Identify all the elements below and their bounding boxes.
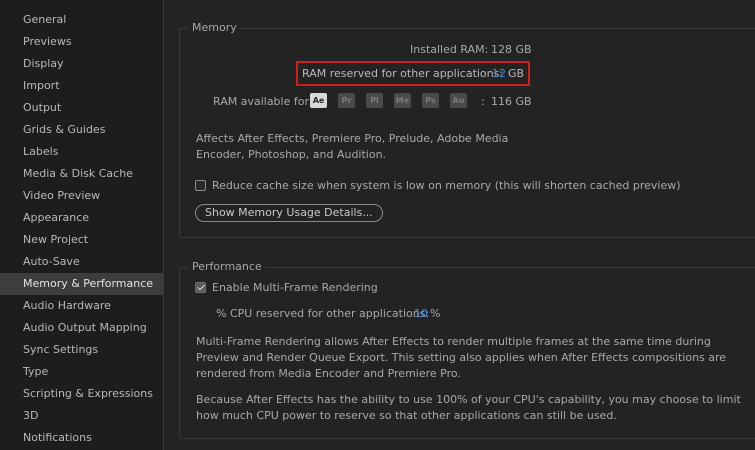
- cpu-limit-description: Because After Effects has the ability to…: [196, 393, 741, 422]
- sidebar-item-scripting-expressions[interactable]: Scripting & Expressions: [0, 383, 163, 405]
- app-audition-icon: Au: [450, 93, 467, 108]
- sidebar-item-labels[interactable]: Labels: [0, 141, 163, 163]
- reserved-ram-unit: GB: [508, 67, 525, 80]
- sidebar-item-new-project[interactable]: New Project: [0, 229, 163, 251]
- mfr-description: Multi-Frame Rendering allows After Effec…: [196, 335, 727, 380]
- sidebar-item-import[interactable]: Import: [0, 75, 163, 97]
- sidebar-item-previews[interactable]: Previews: [0, 31, 163, 53]
- cpu-reserved-label: % CPU reserved for other applications:: [216, 307, 430, 320]
- sidebar-item-audio-hardware[interactable]: Audio Hardware: [0, 295, 163, 317]
- performance-group-title: Performance: [189, 260, 265, 274]
- installed-ram-label: Installed RAM:: [410, 43, 489, 56]
- reduce-cache-label: Reduce cache size when system is low on …: [212, 179, 681, 192]
- affects-note: Affects After Effects, Premiere Pro, Pre…: [196, 132, 509, 161]
- sidebar-item-notifications[interactable]: Notifications: [0, 427, 163, 449]
- reserved-ram-value[interactable]: 12: [492, 67, 506, 80]
- sidebar-item-output[interactable]: Output: [0, 97, 163, 119]
- sidebar-item-audio-output-mapping[interactable]: Audio Output Mapping: [0, 317, 163, 339]
- ram-available-separator: :: [481, 95, 485, 108]
- app-premiere-pro-icon: Pr: [338, 93, 355, 108]
- sidebar-item-media-disk-cache[interactable]: Media & Disk Cache: [0, 163, 163, 185]
- sidebar-item-3d[interactable]: 3D: [0, 405, 163, 427]
- sidebar-item-video-preview[interactable]: Video Preview: [0, 185, 163, 207]
- memory-group-title: Memory: [189, 21, 240, 35]
- multi-frame-rendering-checkbox[interactable]: [195, 282, 206, 293]
- multi-frame-rendering-label: Enable Multi-Frame Rendering: [212, 281, 378, 294]
- reduce-cache-checkbox[interactable]: [195, 180, 206, 191]
- preferences-sidebar: General Previews Display Import Output G…: [0, 0, 164, 450]
- installed-ram-value: 128 GB: [491, 43, 532, 56]
- sidebar-item-type[interactable]: Type: [0, 361, 163, 383]
- sidebar-item-appearance[interactable]: Appearance: [0, 207, 163, 229]
- ram-available-label: RAM available for: [213, 95, 309, 108]
- cpu-reserved-unit: %: [430, 307, 441, 320]
- app-photoshop-icon: Ps: [422, 93, 439, 108]
- app-after-effects-icon: Ae: [310, 93, 327, 108]
- sidebar-item-grids-guides[interactable]: Grids & Guides: [0, 119, 163, 141]
- app-prelude-icon: Pl: [366, 93, 383, 108]
- sidebar-item-memory-performance[interactable]: Memory & Performance: [0, 273, 163, 295]
- show-memory-details-button[interactable]: Show Memory Usage Details...: [195, 204, 383, 222]
- sidebar-item-sync-settings[interactable]: Sync Settings: [0, 339, 163, 361]
- cpu-reserved-value[interactable]: 10: [414, 307, 428, 320]
- ram-available-value: 116 GB: [491, 95, 532, 108]
- sidebar-item-display[interactable]: Display: [0, 53, 163, 75]
- sidebar-item-general[interactable]: General: [0, 9, 163, 31]
- app-media-encoder-icon: Me: [394, 93, 411, 108]
- reserved-ram-label: RAM reserved for other applications:: [302, 67, 504, 80]
- sidebar-item-auto-save[interactable]: Auto-Save: [0, 251, 163, 273]
